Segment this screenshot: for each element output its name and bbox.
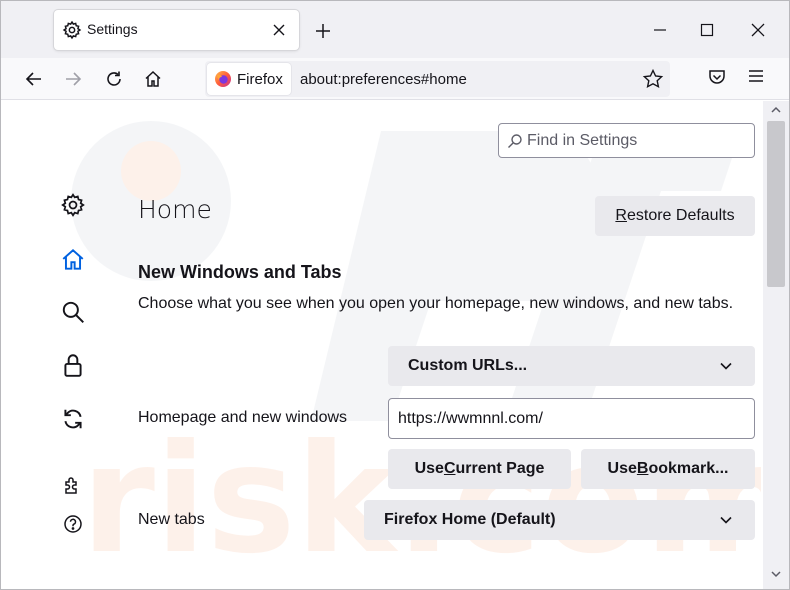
homepage-mode-select[interactable]: Custom URLs...	[388, 346, 755, 386]
tab-settings[interactable]: Settings	[54, 10, 299, 50]
use-bookmark-button[interactable]: Use Bookmark...	[581, 449, 755, 489]
new-tabs-label: New tabs	[138, 511, 205, 528]
scrollbar-thumb[interactable]	[767, 121, 785, 287]
search-icon[interactable]	[59, 298, 87, 326]
use-bookmark-label-post: ookmark...	[648, 460, 729, 477]
gear-icon[interactable]	[59, 191, 87, 219]
page-title: Home	[138, 195, 212, 224]
use-current-page-button[interactable]: Use Current Page	[388, 449, 571, 489]
new-tab-plus-icon[interactable]	[313, 21, 333, 41]
section-title: New Windows and Tabs	[138, 262, 342, 282]
extensions-icon[interactable]	[59, 471, 87, 499]
vertical-scrollbar[interactable]	[763, 101, 789, 589]
homepage-url-input[interactable]	[398, 407, 738, 431]
use-bookmark-accesskey: B	[636, 460, 649, 477]
homepage-mode-value: Custom URLs...	[408, 357, 528, 374]
forward-arrow-icon[interactable]	[61, 67, 85, 91]
homepage-url-field[interactable]	[388, 398, 755, 439]
tab-title: Settings	[87, 21, 138, 37]
scroll-down-arrow-icon[interactable]	[769, 567, 783, 581]
use-bookmark-label-pre: Use	[607, 460, 637, 477]
firefox-logo-icon	[214, 70, 232, 88]
site-identity-button[interactable]: Firefox	[207, 63, 291, 95]
home-icon[interactable]	[59, 246, 87, 274]
url-text[interactable]: about:preferences#home	[300, 71, 467, 88]
new-tabs-value: Firefox Home (Default)	[384, 511, 556, 528]
tab-strip: Settings	[1, 1, 789, 58]
help-icon[interactable]	[59, 510, 87, 538]
restore-defaults-button[interactable]: Restore Defaults	[595, 196, 755, 236]
find-in-settings-input[interactable]	[527, 128, 747, 154]
identity-label: Firefox	[237, 71, 283, 88]
minimize-icon[interactable]	[649, 19, 671, 41]
use-current-accesskey: C	[443, 460, 456, 477]
browser-window: Settings Firefox about:preferences#home …	[0, 0, 790, 590]
home-icon[interactable]	[141, 67, 165, 91]
restore-defaults-accesskey: R	[615, 207, 627, 224]
gear-icon	[62, 20, 82, 40]
lock-icon[interactable]	[59, 351, 87, 379]
search-icon	[507, 133, 523, 149]
close-tab-icon[interactable]	[269, 20, 289, 40]
url-bar[interactable]: Firefox about:preferences#home	[205, 61, 670, 97]
pocket-icon[interactable]	[707, 67, 729, 89]
new-tabs-select[interactable]: Firefox Home (Default)	[364, 500, 755, 540]
use-current-label-post: urrent Page	[455, 460, 545, 477]
bookmark-star-icon[interactable]	[642, 68, 664, 90]
back-arrow-icon[interactable]	[22, 67, 46, 91]
use-current-label-pre: Use	[414, 460, 444, 477]
sync-icon[interactable]	[59, 405, 87, 433]
reload-icon[interactable]	[102, 67, 126, 91]
close-window-icon[interactable]	[747, 19, 769, 41]
maximize-icon[interactable]	[696, 19, 718, 41]
menu-hamburger-icon[interactable]	[747, 67, 769, 89]
restore-defaults-label-post: estore Defaults	[626, 207, 735, 224]
navigation-toolbar: Firefox about:preferences#home	[1, 58, 789, 100]
section-description: Choose what you see when you open your h…	[138, 295, 734, 312]
find-in-settings-box[interactable]	[498, 123, 755, 158]
homepage-label: Homepage and new windows	[138, 409, 348, 426]
chevron-down-icon	[719, 359, 733, 373]
chevron-down-icon	[719, 513, 733, 527]
scroll-up-arrow-icon[interactable]	[769, 103, 783, 117]
